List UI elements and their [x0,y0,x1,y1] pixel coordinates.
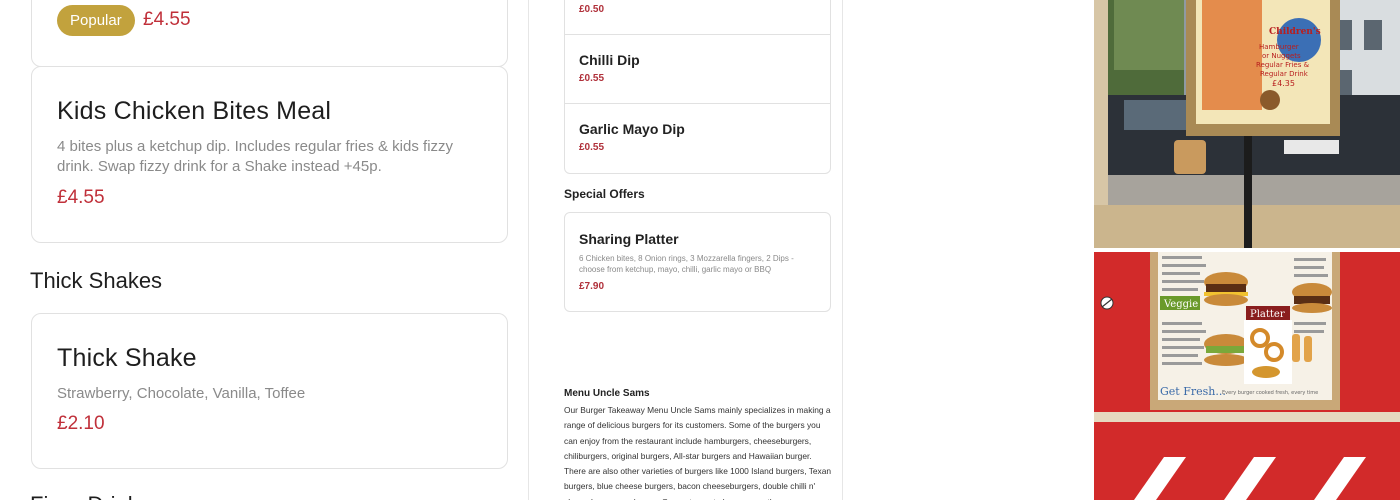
platter-label: Platter [1250,309,1285,320]
veggie-label: Veggie [1163,299,1198,310]
restaurant-photo-menu-board[interactable]: Veggie Platter Get Fresh... Every burger… [1094,252,1400,500]
sign-line-2: Hamburger [1259,43,1299,51]
item-price: £2.10 [57,413,105,434]
sign-line-1: Children's [1269,27,1321,37]
item-price: £0.55 [579,142,605,153]
sign-line-4: Regular Fries & [1256,61,1310,69]
section-heading-thick-shakes: Thick Shakes [30,268,163,293]
menu-item-card[interactable]: £0.50 [564,0,831,35]
about-text: Our Burger Takeaway Menu Uncle Sams main… [564,405,832,500]
menu-item-garlic-mayo-dip[interactable]: Garlic Mayo Dip £0.55 [564,103,831,174]
item-title: Chilli Dip [579,52,640,68]
column-divider [842,0,843,500]
item-title: Kids Chicken Bites Meal [57,97,332,125]
section-heading-special-offers: Special Offers [564,187,645,201]
menu-item-thick-shake[interactable]: Thick Shake Strawberry, Chocolate, Vanil… [31,313,508,469]
item-price: £0.50 [579,4,605,15]
column-divider [528,0,529,500]
item-price: £7.90 [579,281,605,292]
menu-item-kids-chicken-bites-meal[interactable]: Kids Chicken Bites Meal 4 bites plus a k… [31,66,508,243]
item-price: £4.55 [143,9,191,30]
item-description: Strawberry, Chocolate, Vanilla, Toffee [57,385,306,402]
section-heading-fizzy-drinks: Fizzy Drinks [30,492,150,500]
item-title: Thick Shake [57,344,197,372]
menu-board-photo-graphic: Veggie Platter Get Fresh... Every burger… [1094,252,1400,500]
sign-price: £4.35 [1272,79,1295,88]
item-price: £0.55 [579,73,605,84]
sign-line-3: or Nuggets [1262,52,1301,60]
kids-sign-photo-graphic: Children's Hamburger or Nuggets Regular … [1094,0,1400,248]
about-title: Menu Uncle Sams [564,388,650,399]
tagline-label: Every burger cooked fresh, every time [1222,390,1318,396]
sign-line-5: Regular Drink [1260,70,1309,78]
restaurant-photo-kids-sign[interactable]: Children's Hamburger or Nuggets Regular … [1094,0,1400,248]
menu-item-chilli-dip[interactable]: Chilli Dip £0.55 [564,34,831,104]
left-menu-column: Popular £4.55 Kids Chicken Bites Meal 4 … [0,0,528,500]
item-title: Sharing Platter [579,231,679,247]
menu-item-card[interactable]: Popular £4.55 [31,0,508,67]
item-description: 4 bites plus a ketchup dip. Includes reg… [57,138,454,175]
get-fresh-label: Get Fresh... [1160,385,1226,398]
item-description: 6 Chicken bites, 8 Onion rings, 3 Mozzar… [579,254,794,274]
item-price: £4.55 [57,187,105,208]
menu-item-sharing-platter[interactable]: Sharing Platter 6 Chicken bites, 8 Onion… [564,212,831,312]
item-title: Garlic Mayo Dip [579,121,685,137]
popular-badge: Popular [57,5,135,36]
